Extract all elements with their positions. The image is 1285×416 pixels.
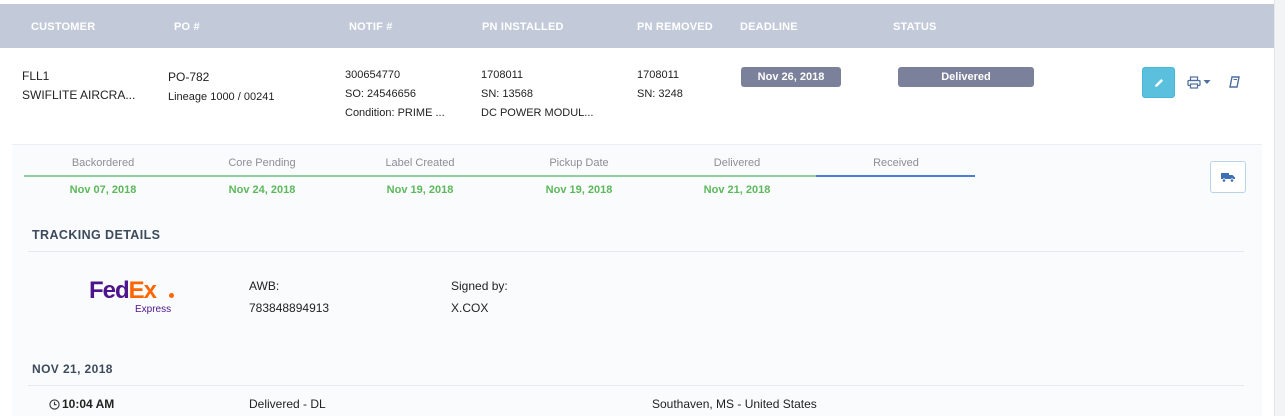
scrollbar[interactable] [1274, 0, 1285, 416]
header-po: PO # [174, 21, 200, 33]
status-badge: Delivered [898, 67, 1034, 87]
awb-label: AWB: [249, 279, 280, 293]
clock-icon [49, 399, 60, 410]
awb-value: 783848894913 [249, 301, 330, 315]
step-label: Received [873, 157, 919, 169]
step-label: Pickup Date [549, 157, 609, 169]
so-number: SO: 24546656 [345, 88, 416, 100]
print-button[interactable] [1185, 73, 1213, 91]
header-notif: NOTIF # [349, 21, 393, 33]
condition: Condition: PRIME ... [345, 107, 445, 119]
table-header: CUSTOMER PO # NOTIF # PN INSTALLED PN RE… [0, 4, 1274, 48]
step-label: Core Pending [228, 157, 296, 169]
edit-button[interactable] [1142, 67, 1175, 98]
truck-icon [1221, 173, 1235, 183]
step-date: Nov 24, 2018 [228, 184, 296, 196]
tracking-details-title: TRACKING DETAILS [32, 228, 161, 242]
step-date: Nov 19, 2018 [386, 184, 454, 196]
notif-number: 300654770 [345, 69, 401, 81]
event-time: 10:04 AM [62, 397, 115, 411]
progress-current-line [816, 175, 975, 177]
signed-by-label: Signed by: [451, 279, 508, 293]
book-icon [1228, 76, 1240, 88]
events-date-heading: NOV 21, 2018 [32, 362, 113, 376]
header-pn-removed: PN REMOVED [637, 21, 713, 33]
header-deadline: DEADLINE [740, 21, 798, 33]
pn-installed-sn: SN: 13568 [481, 88, 533, 100]
step-date: Nov 07, 2018 [69, 184, 137, 196]
deadline-badge: Nov 26, 2018 [741, 67, 841, 87]
divider [28, 385, 1244, 386]
step-date: Nov 21, 2018 [703, 184, 771, 196]
event-description: Delivered - DL [249, 397, 326, 411]
customer-code: FLL1 [22, 69, 50, 83]
step-label: Label Created [385, 157, 455, 169]
book-button[interactable] [1227, 74, 1241, 90]
po-subtitle: Lineage 1000 / 00241 [168, 91, 275, 103]
order-list: CUSTOMER PO # NOTIF # PN INSTALLED PN RE… [0, 0, 1274, 416]
header-status: STATUS [893, 21, 937, 33]
step-label: Delivered [713, 157, 761, 169]
signed-by-value: X.COX [451, 301, 489, 315]
pn-installed-desc: DC POWER MODUL... [481, 107, 594, 119]
customer-name: SWIFLITE AIRCRA... [22, 88, 136, 102]
caret-down-icon [1203, 80, 1211, 84]
event-location: Southaven, MS - United States [652, 397, 817, 411]
fedex-logo: FedEx Express [89, 279, 174, 315]
progress-complete-line [24, 175, 816, 177]
pn-removed-sn: SN: 3248 [637, 88, 683, 100]
pencil-icon [1154, 78, 1163, 87]
pn-removed: 1708011 [637, 69, 680, 81]
pn-installed: 1708011 [481, 69, 524, 81]
step-label: Backordered [71, 157, 135, 169]
print-icon [1187, 75, 1201, 89]
tracking-toggle-button[interactable] [1210, 161, 1246, 193]
step-date: Nov 19, 2018 [545, 184, 613, 196]
po-number: PO-782 [168, 70, 210, 84]
divider [28, 251, 1244, 252]
header-customer: CUSTOMER [31, 21, 96, 33]
header-pn-installed: PN INSTALLED [482, 21, 564, 33]
